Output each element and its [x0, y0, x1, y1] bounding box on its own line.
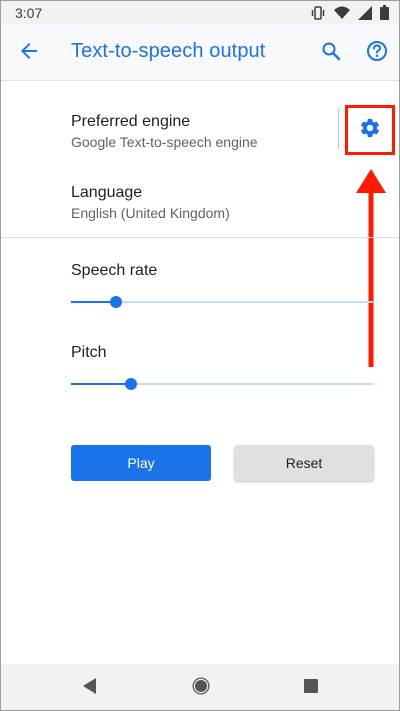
- preferred-engine-summary: Google Text-to-speech engine: [71, 134, 258, 150]
- navigation-bar: [1, 664, 399, 710]
- nav-home-icon: [191, 676, 211, 701]
- signal-icon: [358, 5, 372, 20]
- page-title: Text-to-speech output: [71, 40, 266, 62]
- vibrate-icon: [310, 5, 326, 20]
- arrow-back-icon: [19, 41, 39, 66]
- language-title: Language: [71, 184, 143, 201]
- wifi-icon: [334, 6, 350, 20]
- nav-home-button[interactable]: [189, 676, 213, 700]
- search-icon: [321, 41, 341, 66]
- slider-fill: [71, 383, 132, 385]
- nav-recents-icon: [303, 678, 319, 699]
- app-bar: Text-to-speech output: [1, 25, 399, 81]
- slider-thumb[interactable]: [125, 378, 138, 390]
- status-bar: 3:07: [1, 1, 399, 25]
- preferred-engine-item[interactable]: Preferred engine Google Text-to-speech e…: [1, 101, 399, 165]
- help-button[interactable]: [361, 37, 393, 69]
- pitch-slider[interactable]: [71, 374, 373, 394]
- pitch-label: Pitch: [71, 344, 107, 361]
- section-divider: [1, 237, 399, 238]
- nav-back-button[interactable]: [78, 676, 102, 700]
- battery-icon: [380, 5, 389, 20]
- status-time: 3:07: [15, 5, 43, 21]
- language-item[interactable]: Language English (United Kingdom): [1, 173, 399, 233]
- screen: 3:07 Text-to-speech output Preferred eng…: [0, 0, 400, 711]
- slider-thumb[interactable]: [110, 296, 123, 308]
- arrow-up-icon: [356, 169, 386, 371]
- language-summary: English (United Kingdom): [71, 205, 230, 221]
- engine-divider: [338, 109, 339, 149]
- search-button[interactable]: [315, 37, 347, 69]
- speech-rate-slider[interactable]: [71, 292, 373, 312]
- play-button[interactable]: Play: [71, 445, 211, 481]
- speech-rate-label: Speech rate: [71, 262, 158, 279]
- help-icon: [366, 40, 388, 67]
- nav-recents-button[interactable]: [299, 676, 323, 700]
- nav-back-icon: [81, 677, 99, 700]
- status-icons: [310, 5, 389, 20]
- preferred-engine-title: Preferred engine: [71, 113, 191, 130]
- gear-icon: [359, 117, 381, 144]
- engine-settings-button[interactable]: [345, 105, 395, 155]
- reset-button[interactable]: Reset: [234, 445, 374, 481]
- back-button[interactable]: [13, 37, 45, 69]
